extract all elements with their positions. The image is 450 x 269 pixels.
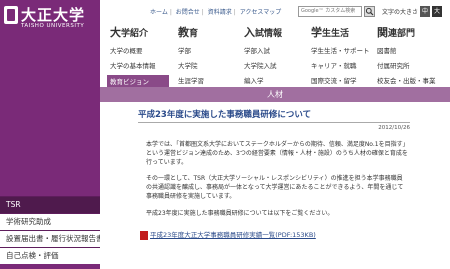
logo-name-en: TAISHO UNIVERSITY (21, 23, 85, 29)
sidebar-item-research-grants[interactable]: 学術研究助成 (0, 213, 100, 230)
font-size-label: 文字の大きさ (382, 9, 419, 16)
sidebar-item-establishment-reports[interactable]: 設置届出書・履行状況報告書 (0, 230, 100, 247)
nav-item-education-vision[interactable]: 教育ビジョン (107, 75, 169, 87)
contact-link[interactable]: お問合せ (176, 9, 200, 16)
sidebar-item-self-evaluation[interactable]: 自己点検・評価 (0, 247, 100, 264)
sidebar-menu: TSR 学術研究助成 設置届出書・履行状況報告書 自己点検・評価 (0, 196, 100, 264)
paragraph-2: その一環として、TSR（大正大学ソーシャル・レスポンシビリティ）の推進を担う本学… (146, 175, 404, 200)
paragraph-3: 平成23年度に実施した事務職員研修については以下をご覧ください。 (146, 210, 334, 217)
search-icon (365, 7, 374, 16)
access-map-link[interactable]: アクセスマップ (240, 9, 282, 16)
left-sidebar: 大正大学 TAISHO UNIVERSITY TSR 学術研究助成 設置届出書・… (0, 0, 100, 269)
utility-links: ホーム | お問合せ | 資料請求 | アクセスマップ (150, 9, 282, 16)
brochure-link[interactable]: 資料請求 (208, 9, 232, 16)
font-size-large-button[interactable]: 大 (432, 6, 442, 17)
sidebar-item-tsr[interactable]: TSR (0, 196, 100, 213)
paragraph-1: 本学では、「首都圏文系大学においてステークホルダーからの期待、信頼、満足度No.… (146, 141, 408, 166)
logo-seal-icon (4, 6, 18, 24)
search-input[interactable]: Google™ カスタム検索 (298, 6, 362, 17)
logo-name-ja: 大正大学 (21, 6, 86, 24)
nav-head-related[interactable]: 関連部門 (377, 24, 447, 40)
home-link[interactable]: ホーム (150, 9, 168, 16)
font-size-medium-button[interactable]: 中 (420, 6, 430, 17)
page-title: 平成23年度に実施した事務職員研修について (138, 108, 410, 123)
university-logo[interactable]: 大正大学 TAISHO UNIVERSITY (4, 4, 98, 32)
section-band: 人材 (100, 87, 450, 102)
article-date: 2012/10/26 (378, 125, 410, 131)
pdf-icon (140, 230, 148, 240)
nav-column-related: 関連部門 図書館 付属研究所 校友会・出版・事業 (377, 24, 447, 85)
search-button[interactable] (364, 6, 375, 17)
section-title: 人材 (267, 90, 283, 99)
nav-item-library[interactable]: 図書館 (377, 45, 447, 55)
pdf-link-text[interactable]: 平成23年度大正大学事務職員研修実績一覧(PDF:153KB) (150, 231, 316, 239)
nav-item-alumni[interactable]: 校友会・出版・事業 (377, 75, 447, 85)
nav-item-research-institute[interactable]: 付属研究所 (377, 60, 447, 70)
pdf-link[interactable]: 平成23年度大正大学事務職員研修実績一覧(PDF:153KB) (140, 229, 316, 240)
main-content: 平成23年度に実施した事務職員研修について 2012/10/26 本学では、「首… (138, 108, 410, 240)
